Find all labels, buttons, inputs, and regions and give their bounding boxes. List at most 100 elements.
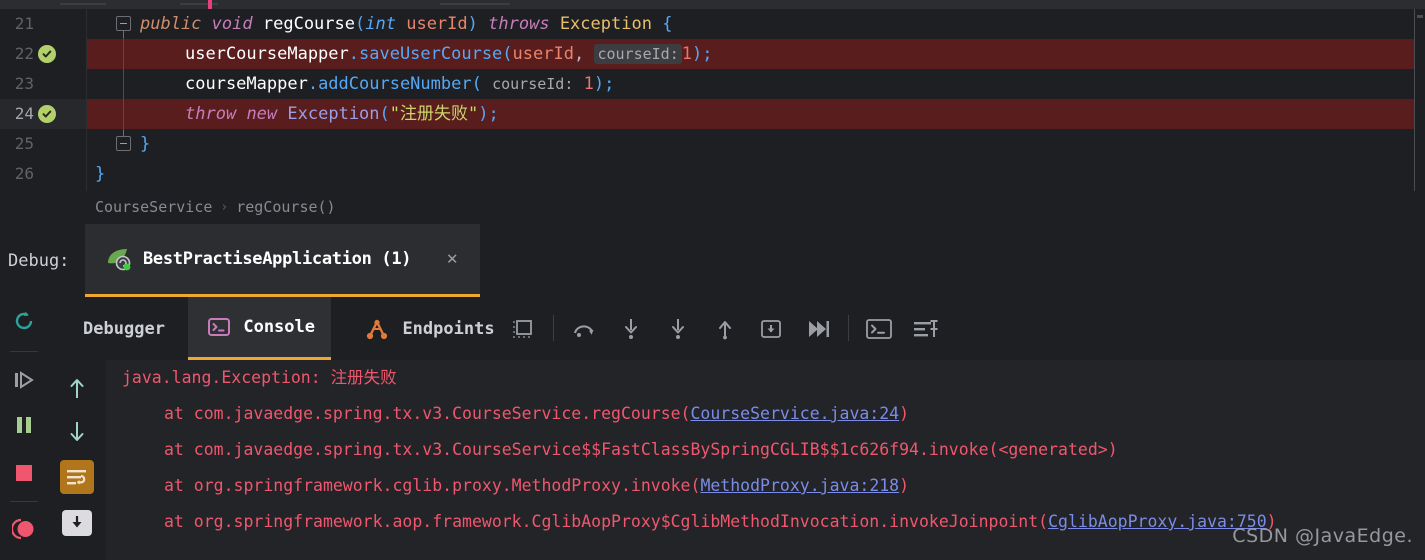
paren-open-21: ( bbox=[355, 14, 366, 34]
line-number-22: 22 bbox=[14, 44, 34, 63]
stack-tail-3: ) bbox=[899, 476, 910, 495]
force-step-into-icon[interactable] bbox=[663, 314, 693, 344]
tail-24: ); bbox=[478, 104, 499, 124]
rerun-icon[interactable] bbox=[8, 305, 40, 337]
tab-console-label: Console bbox=[243, 317, 315, 337]
console-line-stack-1: at com.javaedge.spring.tx.v3.CourseServi… bbox=[164, 396, 909, 432]
keyword-new: new bbox=[246, 104, 278, 124]
call-addcoursenumber: .addCourseNumber bbox=[307, 74, 472, 94]
paren-open-23: ( bbox=[471, 74, 493, 94]
fold-marker-21[interactable] bbox=[116, 16, 131, 38]
paren-open-22: ( bbox=[502, 44, 513, 64]
view-breakpoints-icon[interactable] bbox=[8, 513, 40, 545]
tab-debugger-label: Debugger bbox=[83, 318, 165, 339]
drop-frame-icon[interactable] bbox=[756, 314, 786, 344]
endpoints-icon bbox=[361, 314, 393, 344]
debug-header: Debug: BestPractiseApplication (1) × bbox=[0, 224, 1425, 297]
code-line-26: } bbox=[95, 159, 105, 189]
rail-divider-2 bbox=[10, 501, 38, 502]
inlay-hint-courseid-23: courseId: bbox=[492, 75, 574, 93]
receiver-coursemapper: courseMapper bbox=[185, 74, 308, 94]
debug-panel: Debugger Console Endpoints java.lang.Exc… bbox=[0, 297, 1425, 560]
debug-label: Debug: bbox=[8, 250, 70, 271]
line-number-23: 23 bbox=[14, 74, 34, 93]
resume-program-icon[interactable] bbox=[8, 364, 40, 396]
editor-top-marker-strip bbox=[0, 0, 1425, 9]
brace-close-26: } bbox=[95, 164, 106, 184]
close-icon[interactable]: × bbox=[447, 249, 458, 269]
paren-close-21: ) bbox=[467, 14, 478, 34]
stack-text-4: at org.springframework.aop.framework.Cgl… bbox=[164, 512, 1049, 531]
console-output[interactable]: java.lang.Exception: 注册失败 at com.javaedg… bbox=[106, 360, 1425, 560]
tab-debugger[interactable]: Debugger bbox=[64, 297, 184, 360]
evaluate-expression-icon[interactable] bbox=[863, 314, 895, 344]
exception-message: 注册失败 bbox=[330, 368, 397, 387]
class-exception-21: Exception bbox=[559, 14, 652, 34]
exception-type: java.lang.Exception: bbox=[122, 368, 331, 387]
keyword-throw: throw bbox=[185, 104, 237, 124]
brace-close-25: } bbox=[140, 134, 151, 154]
stack-text-1: at com.javaedge.spring.tx.v3.CourseServi… bbox=[164, 404, 691, 423]
tail-22: ); bbox=[691, 44, 713, 64]
debug-tabs-row: Debugger Console Endpoints bbox=[48, 297, 1425, 360]
console-icon bbox=[204, 312, 234, 342]
code-line-25: } bbox=[140, 129, 150, 159]
code-editor[interactable]: 21 22 23 24 25 26 public void regCourse(… bbox=[0, 9, 1425, 191]
breadcrumb-class[interactable]: CourseService bbox=[95, 198, 212, 216]
verified-breakpoint-icon-24[interactable] bbox=[38, 105, 58, 125]
comma-22: , bbox=[573, 44, 595, 64]
type-int: int bbox=[365, 14, 396, 34]
soft-wrap-icon[interactable] bbox=[60, 460, 94, 494]
breadcrumb-method[interactable]: regCourse() bbox=[236, 198, 335, 216]
keyword-throws: throws bbox=[488, 14, 550, 34]
console-line-stack-2: at com.javaedge.spring.tx.v3.CourseServi… bbox=[164, 432, 1118, 468]
literal-one-22: 1 bbox=[681, 44, 692, 64]
gutter-divider bbox=[86, 9, 87, 191]
verified-breakpoint-icon-22[interactable] bbox=[38, 45, 58, 65]
literal-one-23: 1 bbox=[583, 74, 594, 94]
scroll-to-end-icon[interactable] bbox=[62, 510, 92, 536]
stack-text-2: at com.javaedge.spring.tx.v3.CourseServi… bbox=[164, 440, 1118, 459]
tab-console[interactable]: Console bbox=[188, 297, 331, 360]
watermark: CSDN @JavaEdge. bbox=[1232, 525, 1413, 547]
editor-gutter[interactable]: 21 22 23 24 25 26 bbox=[0, 9, 86, 191]
console-side-rail bbox=[48, 360, 106, 560]
editor-marker-bar[interactable] bbox=[1415, 9, 1425, 191]
line-number-26: 26 bbox=[14, 164, 34, 183]
run-configuration-tab[interactable]: BestPractiseApplication (1) × bbox=[85, 224, 480, 297]
stack-link-1[interactable]: CourseService.java:24 bbox=[691, 404, 900, 423]
receiver-usercoursemapper: userCourseMapper bbox=[185, 44, 349, 64]
code-line-21: public void regCourse(int userId) throws… bbox=[140, 9, 672, 39]
line-number-21: 21 bbox=[14, 14, 34, 33]
stop-program-icon[interactable] bbox=[8, 457, 40, 489]
tab-endpoints[interactable]: Endpoints bbox=[338, 297, 518, 360]
step-into-icon[interactable] bbox=[616, 314, 646, 344]
step-over-icon[interactable] bbox=[570, 314, 600, 344]
ide-debug-window: 21 22 23 24 25 26 public void regCourse(… bbox=[0, 0, 1425, 560]
stack-tail-1: ) bbox=[899, 404, 910, 423]
show-execution-point-icon[interactable] bbox=[508, 314, 538, 344]
breadcrumb-separator-icon: › bbox=[220, 199, 229, 215]
string-literal-24: "注册失败" bbox=[389, 104, 479, 124]
step-out-icon[interactable] bbox=[710, 314, 740, 344]
toolbar-divider-1 bbox=[553, 315, 554, 341]
tail-23: ); bbox=[593, 74, 615, 94]
method-name-regcourse: regCourse bbox=[262, 14, 355, 34]
code-line-22: userCourseMapper.saveUserCourse(userId, … bbox=[185, 39, 712, 69]
run-to-cursor-icon[interactable] bbox=[803, 314, 833, 344]
class-exception-24: Exception bbox=[287, 104, 380, 124]
pause-program-icon[interactable] bbox=[8, 409, 40, 441]
param-userid: userId bbox=[406, 14, 468, 34]
arg-userid: userId bbox=[512, 44, 574, 64]
scroll-up-icon[interactable] bbox=[60, 372, 94, 406]
keyword-public: public bbox=[140, 14, 202, 34]
debug-settings-icon[interactable] bbox=[910, 314, 942, 344]
scroll-down-icon[interactable] bbox=[60, 414, 94, 448]
run-configuration-label: BestPractiseApplication (1) bbox=[143, 249, 412, 269]
line-number-25: 25 bbox=[14, 134, 34, 153]
breadcrumb[interactable]: CourseService › regCourse() bbox=[0, 191, 1425, 223]
stack-link-3[interactable]: MethodProxy.java:218 bbox=[700, 476, 899, 495]
fold-marker-25[interactable] bbox=[116, 130, 131, 151]
toolbar-divider-2 bbox=[848, 315, 849, 341]
brace-open-21: { bbox=[662, 14, 673, 34]
